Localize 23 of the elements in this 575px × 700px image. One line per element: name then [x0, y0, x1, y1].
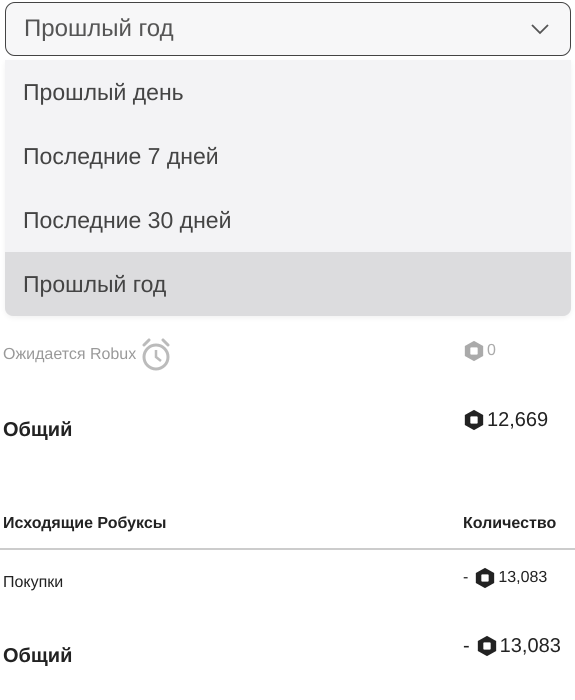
- minus-sign: -: [463, 569, 468, 587]
- dropdown-option[interactable]: Последние 30 дней: [5, 188, 571, 252]
- dropdown-option[interactable]: Прошлый год: [5, 252, 571, 316]
- robux-icon: [463, 409, 485, 431]
- robux-icon: [474, 567, 496, 589]
- column-header: Исходящие Робуксы: [3, 515, 166, 533]
- clock-icon: [140, 338, 172, 372]
- robux-icon: [476, 635, 498, 657]
- column-header: Количество: [463, 515, 558, 533]
- minus-sign: -: [463, 634, 470, 658]
- period-select[interactable]: Прошлый год: [5, 2, 571, 56]
- dropdown-option[interactable]: Последние 7 дней: [5, 124, 571, 188]
- chevron-icon: [530, 23, 550, 35]
- amount: 12,669: [487, 408, 548, 432]
- row-label: Общий: [3, 644, 72, 668]
- row-label: Покупки: [3, 574, 64, 592]
- amount: 13,083: [498, 569, 548, 587]
- amount: 0: [487, 342, 496, 360]
- robux-icon: [463, 340, 485, 362]
- amount: 13,083: [500, 634, 561, 658]
- dropdown-option[interactable]: Прошлый день: [5, 60, 571, 124]
- row-label: Ожидается Robux: [3, 346, 136, 364]
- row-label: Общий: [3, 418, 72, 442]
